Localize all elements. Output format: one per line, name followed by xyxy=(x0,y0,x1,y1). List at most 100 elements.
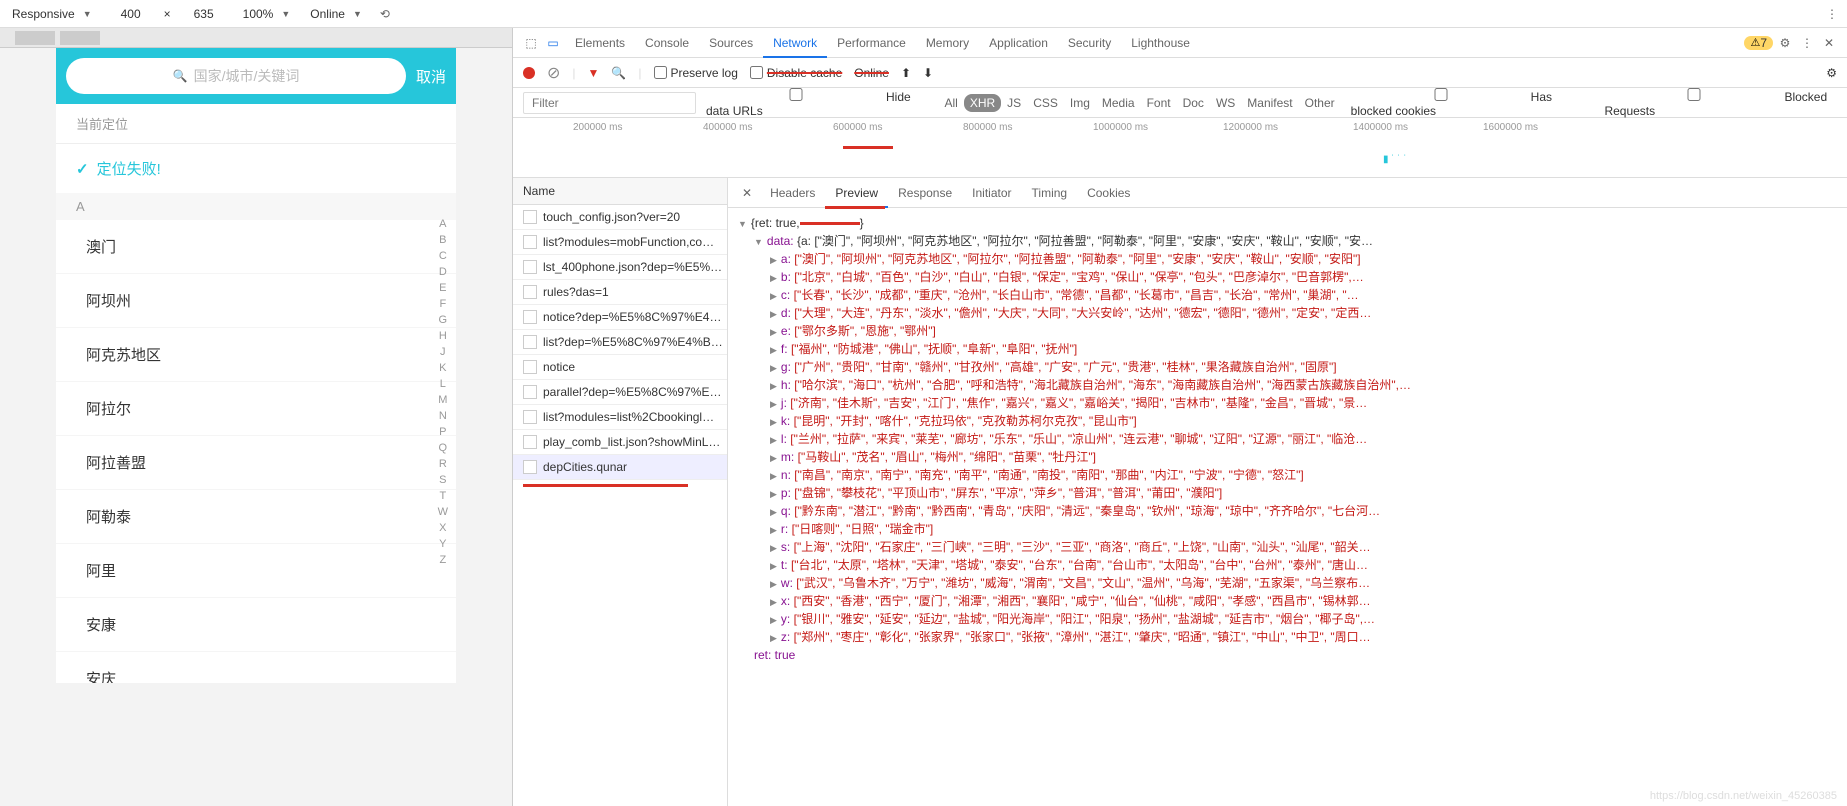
timeline[interactable]: ▮ ˙ ˙ ˙ 200000 ms400000 ms600000 ms80000… xyxy=(513,118,1847,178)
alpha-letter[interactable]: F xyxy=(438,298,448,310)
request-row[interactable]: list?modules=list%2Cbookingl… xyxy=(513,405,727,430)
preview-tab-cookies[interactable]: Cookies xyxy=(1077,180,1140,206)
device-toggle-icon[interactable]: ▭ xyxy=(543,36,563,50)
request-row[interactable]: depCities.qunar xyxy=(513,455,727,480)
settings-icon[interactable]: ⚙ xyxy=(1826,66,1837,80)
preview-tab-timing[interactable]: Timing xyxy=(1022,180,1078,206)
filter-type-css[interactable]: CSS xyxy=(1027,94,1064,112)
filter-type-media[interactable]: Media xyxy=(1096,94,1141,112)
blocked-requests-checkbox[interactable]: Blocked Requests xyxy=(1604,88,1837,118)
alpha-letter[interactable]: L xyxy=(438,378,448,390)
alpha-letter[interactable]: D xyxy=(438,266,448,278)
request-row[interactable]: play_comb_list.json?showMinL… xyxy=(513,430,727,455)
city-item[interactable]: 安庆 xyxy=(56,652,456,683)
filter-input[interactable] xyxy=(523,92,696,114)
request-row[interactable]: lst_400phone.json?dep=%E5%… xyxy=(513,255,727,280)
filter-type-font[interactable]: Font xyxy=(1141,94,1177,112)
city-item[interactable]: 澳门 xyxy=(56,220,456,274)
close-icon[interactable]: ✕ xyxy=(1819,36,1839,50)
city-item[interactable]: 阿里 xyxy=(56,544,456,598)
name-header[interactable]: Name xyxy=(513,178,727,205)
request-row[interactable]: list?modules=mobFunction,co… xyxy=(513,230,727,255)
preserve-log-checkbox[interactable]: Preserve log xyxy=(654,66,738,80)
request-row[interactable]: parallel?dep=%E5%8C%97%E… xyxy=(513,380,727,405)
alpha-letter[interactable]: X xyxy=(438,522,448,534)
upload-icon[interactable]: ⬆ xyxy=(901,66,911,80)
alpha-index[interactable]: ABCDEFGHJKLMNPQRSTWXYZ xyxy=(438,218,448,566)
request-row[interactable]: rules?das=1 xyxy=(513,280,727,305)
clear-button[interactable]: ⊘ xyxy=(547,63,560,83)
filter-type-ws[interactable]: WS xyxy=(1210,94,1241,112)
tab-lighthouse[interactable]: Lighthouse xyxy=(1121,30,1200,56)
city-item[interactable]: 安康 xyxy=(56,598,456,652)
download-icon[interactable]: ⬇ xyxy=(923,66,933,80)
tab-console[interactable]: Console xyxy=(635,30,699,56)
tab-elements[interactable]: Elements xyxy=(565,30,635,56)
tab-memory[interactable]: Memory xyxy=(916,30,979,56)
settings-icon[interactable]: ⚙ xyxy=(1775,36,1795,50)
city-item[interactable]: 阿拉尔 xyxy=(56,382,456,436)
width-input[interactable] xyxy=(106,7,156,21)
alpha-letter[interactable]: J xyxy=(438,346,448,358)
alpha-letter[interactable]: K xyxy=(438,362,448,374)
alpha-letter[interactable]: G xyxy=(438,314,448,326)
cancel-button[interactable]: 取消 xyxy=(416,66,446,87)
alpha-letter[interactable]: M xyxy=(438,394,448,406)
filter-type-img[interactable]: Img xyxy=(1064,94,1096,112)
throttle-dropdown[interactable]: Online xyxy=(304,5,368,23)
filter-type-manifest[interactable]: Manifest xyxy=(1241,94,1298,112)
city-item[interactable]: 阿克苏地区 xyxy=(56,328,456,382)
tab-security[interactable]: Security xyxy=(1058,30,1121,56)
search-input[interactable]: 🔍 国家/城市/关键词 xyxy=(66,58,406,94)
warning-badge[interactable]: ⚠ 7 xyxy=(1744,36,1773,50)
alpha-letter[interactable]: B xyxy=(438,234,448,246)
city-item[interactable]: 阿坝州 xyxy=(56,274,456,328)
search-icon[interactable]: 🔍 xyxy=(611,66,626,80)
rotate-icon[interactable]: ⟲ xyxy=(376,5,394,23)
alpha-letter[interactable]: Y xyxy=(438,538,448,550)
alpha-letter[interactable]: C xyxy=(438,250,448,262)
city-item[interactable]: 阿勒泰 xyxy=(56,490,456,544)
tab-application[interactable]: Application xyxy=(979,30,1058,56)
hide-data-urls-checkbox[interactable]: Hide data URLs xyxy=(706,88,928,118)
request-row[interactable]: list?dep=%E5%8C%97%E4%B… xyxy=(513,330,727,355)
tab-sources[interactable]: Sources xyxy=(699,30,763,56)
preview-tab-preview[interactable]: Preview xyxy=(825,180,888,208)
request-row[interactable]: notice?dep=%E5%8C%97%E4… xyxy=(513,305,727,330)
alpha-letter[interactable]: E xyxy=(438,282,448,294)
alpha-letter[interactable]: Q xyxy=(438,442,448,454)
alpha-letter[interactable]: H xyxy=(438,330,448,342)
zoom-dropdown[interactable]: 100% xyxy=(237,5,297,23)
inspect-icon[interactable]: ⬚ xyxy=(521,36,541,50)
filter-type-other[interactable]: Other xyxy=(1299,94,1341,112)
close-preview-icon[interactable]: ✕ xyxy=(736,180,758,206)
tab-network[interactable]: Network xyxy=(763,30,827,58)
disable-cache-checkbox[interactable]: Disable cache xyxy=(750,66,842,80)
filter-type-xhr[interactable]: XHR xyxy=(964,94,1001,112)
preview-tab-initiator[interactable]: Initiator xyxy=(962,180,1021,206)
filter-type-all[interactable]: All xyxy=(938,94,963,112)
alpha-letter[interactable]: N xyxy=(438,410,448,422)
alpha-letter[interactable]: R xyxy=(438,458,448,470)
alpha-letter[interactable]: Z xyxy=(438,554,448,566)
more-icon[interactable]: ⋮ xyxy=(1797,36,1817,50)
more-icon[interactable]: ⋮ xyxy=(1823,5,1841,23)
alpha-letter[interactable]: W xyxy=(438,506,448,518)
filter-type-doc[interactable]: Doc xyxy=(1177,94,1210,112)
online-dropdown[interactable]: Online xyxy=(854,66,889,80)
preview-tab-headers[interactable]: Headers xyxy=(760,180,825,206)
alpha-letter[interactable]: T xyxy=(438,490,448,502)
request-row[interactable]: touch_config.json?ver=20 xyxy=(513,205,727,230)
filter-type-js[interactable]: JS xyxy=(1001,94,1027,112)
location-fail[interactable]: 定位失败! xyxy=(56,144,456,193)
filter-icon[interactable]: ▼ xyxy=(588,66,600,80)
responsive-dropdown[interactable]: Responsive xyxy=(6,5,98,23)
city-item[interactable]: 阿拉善盟 xyxy=(56,436,456,490)
alpha-letter[interactable]: A xyxy=(438,218,448,230)
record-button[interactable] xyxy=(523,67,535,79)
tab-performance[interactable]: Performance xyxy=(827,30,916,56)
preview-tab-response[interactable]: Response xyxy=(888,180,962,206)
alpha-letter[interactable]: P xyxy=(438,426,448,438)
blocked-cookies-checkbox[interactable]: Has blocked cookies xyxy=(1351,88,1595,118)
json-tree[interactable]: {ret: true,}data: {a: ["澳门", "阿坝州", "阿克苏… xyxy=(728,208,1847,806)
